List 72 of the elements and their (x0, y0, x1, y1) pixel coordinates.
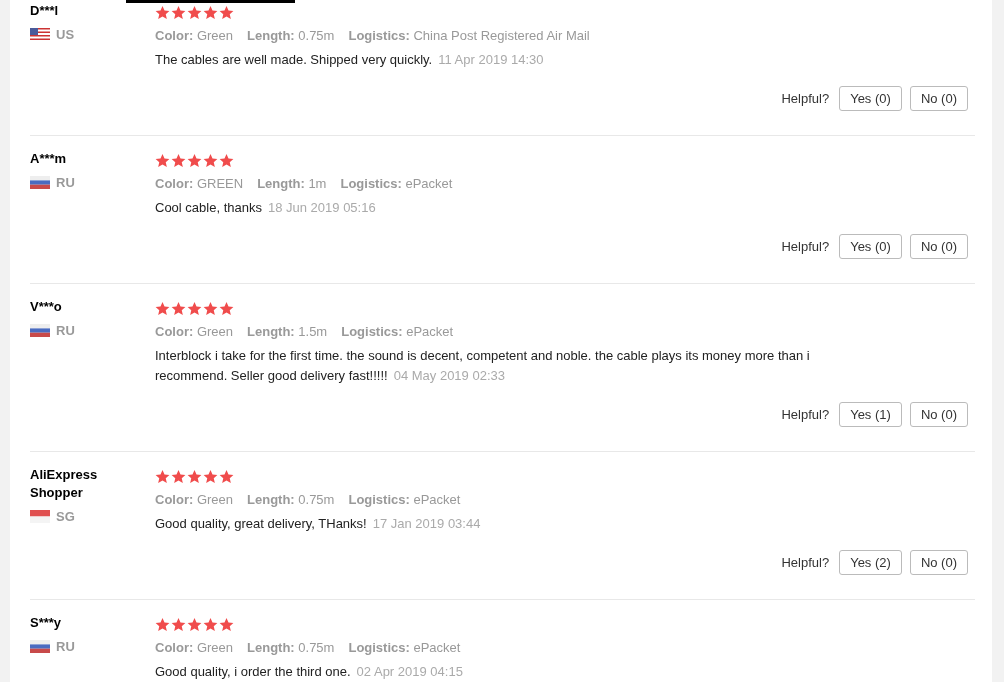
country-code: US (56, 27, 75, 42)
star-icon (203, 468, 218, 484)
product-attribute: Logistics: China Post Registered Air Mail (348, 27, 590, 45)
star-icon (219, 4, 234, 20)
review-text: Cool cable, thanks 18 Jun 2019 05:16 (155, 199, 377, 217)
flag-icon (30, 510, 50, 523)
yes-button[interactable]: Yes (0) (839, 234, 902, 259)
product-attribute: Logistics: ePacket (348, 491, 461, 509)
user-name: D***l (30, 2, 60, 20)
star-icon (171, 300, 186, 316)
helpful-label: Helpful? (781, 239, 830, 254)
review-text: Good quality, great delivery, THanks! 17 Jan 2019 03:44 (155, 515, 482, 533)
star-icon (187, 152, 202, 168)
star-icon (203, 152, 218, 168)
review-text: Good quality, i order the third one. 02 Apr 2019 04:15 (155, 663, 464, 681)
star-icon (219, 152, 234, 168)
star-icon (203, 616, 218, 632)
star-icon (203, 300, 218, 316)
star-icon (219, 468, 234, 484)
star-icon (171, 152, 186, 168)
yes-button[interactable]: Yes (0) (839, 86, 902, 111)
product-attribute: Color: Green (155, 323, 234, 341)
product-attribute: Length: 1.5m (247, 323, 328, 341)
star-icon (171, 4, 186, 20)
country-code: SG (56, 509, 75, 524)
no-button[interactable]: No (0) (909, 86, 968, 111)
review-text: Interblock i take for the first time. the sound is decent, competent and noble. the cable plays its money more than i recommend. Seller good delivery fast!!!!! 04 May 2019 02:33 (155, 347, 811, 385)
product-attribute: Color: Green (155, 639, 234, 657)
product-attribute: Logistics: ePacket (340, 175, 453, 193)
product-attribute: Length: 0.75m (247, 639, 335, 657)
product-attribute: Color: Green (155, 27, 234, 45)
yes-button[interactable]: Yes (1) (839, 402, 902, 427)
product-attribute: Length: 0.75m (247, 491, 335, 509)
flag-icon (30, 640, 50, 653)
star-icon (219, 300, 234, 316)
star-icon (155, 4, 170, 20)
star-icon (219, 616, 234, 632)
user-name: V***o (30, 298, 63, 316)
star-icon (187, 300, 202, 316)
star-icon (203, 4, 218, 20)
product-attribute: Length: 1m (257, 175, 327, 193)
star-icon (171, 468, 186, 484)
helpful-label: Helpful? (781, 555, 830, 570)
no-button[interactable]: No (0) (909, 402, 968, 427)
star-icon (187, 468, 202, 484)
star-icon (187, 616, 202, 632)
country-code: RU (56, 639, 75, 654)
helpful-label: Helpful? (781, 407, 830, 422)
user-name: A***m (30, 150, 68, 168)
flag-icon (30, 324, 50, 337)
star-icon (155, 616, 170, 632)
product-attribute: Color: Green (155, 491, 234, 509)
star-icon (155, 152, 170, 168)
user-name: AliExpress Shopper (30, 466, 99, 502)
no-button[interactable]: No (0) (909, 234, 968, 259)
country-code: RU (56, 323, 75, 338)
country-code: RU (56, 175, 75, 190)
product-attribute: Logistics: ePacket (341, 323, 454, 341)
star-icon (171, 616, 186, 632)
user-name: S***y (30, 614, 63, 632)
star-icon (155, 300, 170, 316)
product-attribute: Logistics: ePacket (348, 639, 461, 657)
flag-icon (30, 28, 50, 41)
product-attribute: Color: GREEN (155, 175, 244, 193)
star-icon (155, 468, 170, 484)
product-attribute: Length: 0.75m (247, 27, 335, 45)
yes-button[interactable]: Yes (2) (839, 550, 902, 575)
no-button[interactable]: No (0) (909, 550, 968, 575)
helpful-label: Helpful? (781, 91, 830, 106)
flag-icon (30, 176, 50, 189)
star-icon (187, 4, 202, 20)
review-text: The cables are well made. Shipped very quickly. 11 Apr 2019 14:30 (155, 51, 545, 69)
